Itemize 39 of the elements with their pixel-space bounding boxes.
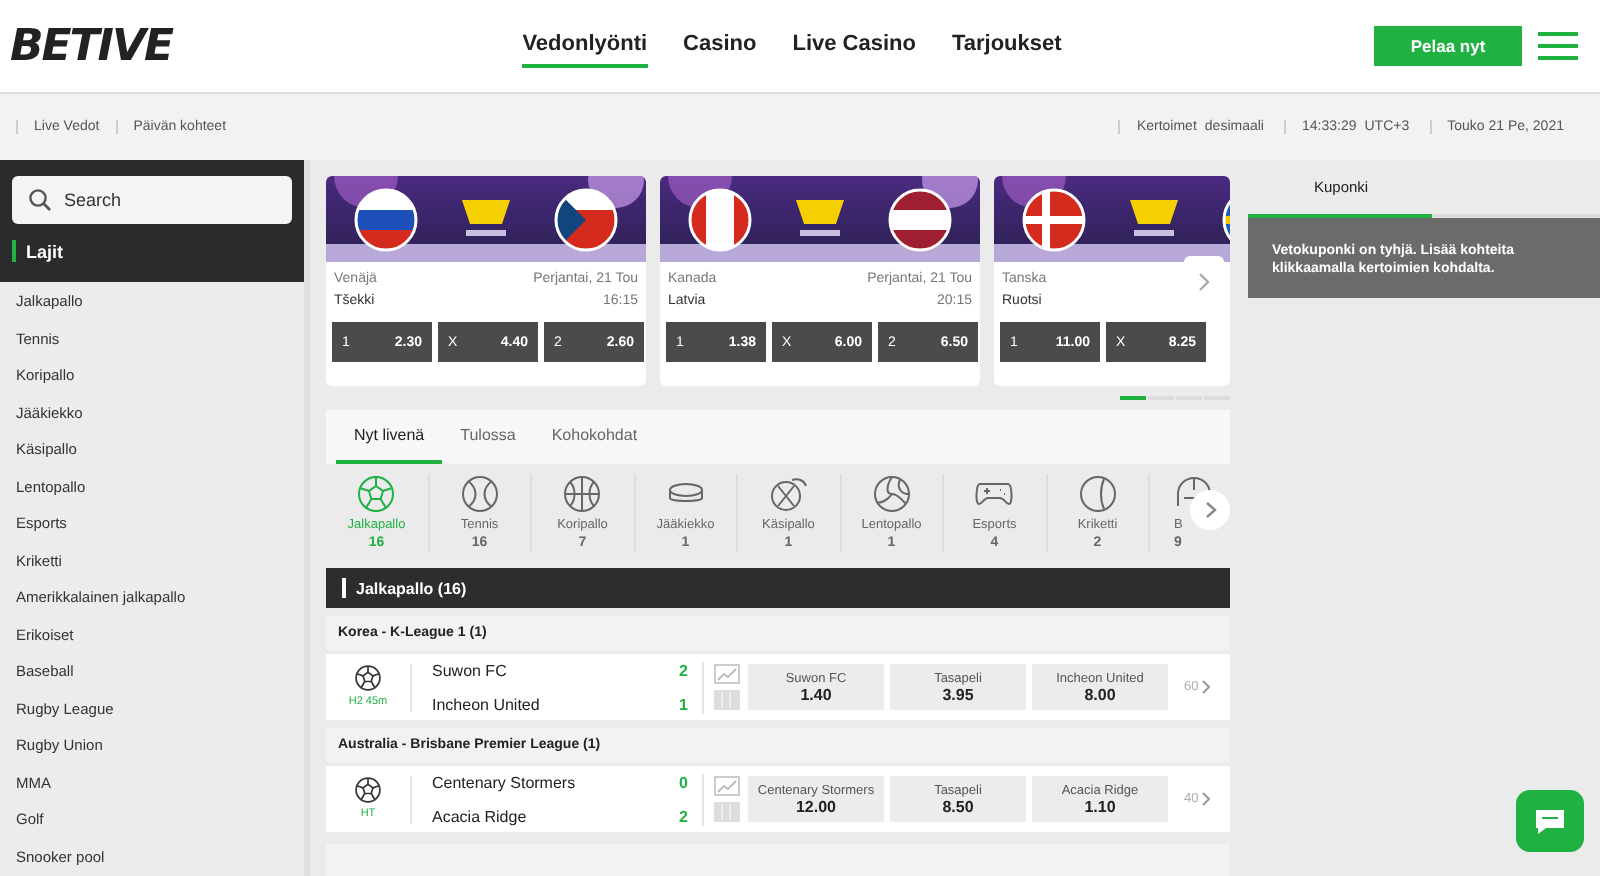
menu-icon[interactable] [1536, 30, 1580, 62]
score: 2 [679, 661, 688, 679]
search-field[interactable]: Search [12, 176, 292, 224]
section-heading: Lajit [26, 241, 64, 261]
accent-bar [12, 240, 16, 262]
next-arrow-button[interactable] [1190, 490, 1230, 530]
team-name: Acacia Ridge [432, 807, 527, 825]
page-indicator[interactable] [1120, 396, 1146, 400]
nav-link[interactable]: Casino [683, 25, 757, 67]
chat-button[interactable] [1516, 790, 1584, 852]
tab[interactable]: Kohokohdat [533, 410, 656, 464]
score: 2 [679, 807, 688, 825]
chevron-icon [1202, 792, 1211, 806]
chevron-icon [1202, 680, 1211, 694]
chart-icon[interactable] [713, 776, 739, 796]
basketball-icon [562, 473, 603, 513]
field-icon[interactable] [713, 802, 739, 822]
football-icon [354, 663, 382, 691]
score: 0 [679, 773, 688, 791]
field-icon[interactable] [713, 690, 739, 710]
team-name: Suwon FC [432, 661, 507, 679]
score: 1 [679, 695, 688, 713]
cricket-ball-icon [1077, 473, 1118, 513]
volleyball-icon [871, 473, 912, 513]
tab[interactable]: Tulossa [442, 410, 534, 464]
football-icon [354, 775, 382, 803]
accent-bar [342, 578, 346, 598]
team-name: Centenary Stormers [432, 773, 576, 791]
nav-link[interactable]: Vedonlyönti [522, 25, 648, 67]
football-icon [356, 473, 397, 513]
tab[interactable]: Nyt livenä [336, 410, 443, 464]
nav-link[interactable]: Live Casino [792, 25, 916, 67]
tennis-ball-icon [459, 473, 500, 513]
team-name: Incheon United [432, 695, 540, 713]
logo[interactable]: BETIVE [10, 21, 170, 71]
section-title: Jalkapallo (16) [356, 579, 467, 597]
handball-icon [768, 473, 809, 513]
chart-icon[interactable] [713, 664, 739, 684]
nav-link[interactable]: Tarjoukset [951, 25, 1062, 67]
